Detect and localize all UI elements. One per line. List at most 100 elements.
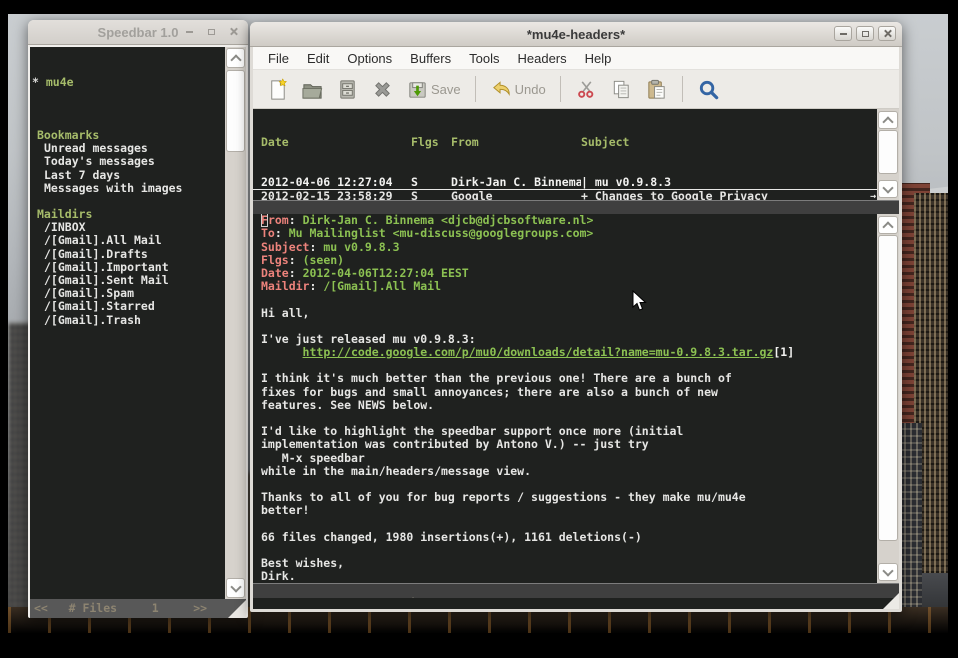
mu4e-view-modeline: U:%*- *mu4e-view* Top L1 (mu4e:view) <box>253 583 899 597</box>
menu-options[interactable]: Options <box>338 51 401 66</box>
message-link[interactable]: http://code.google.com/p/mu0/downloads/d… <box>303 345 774 359</box>
speedbar-item[interactable]: Messages with images <box>32 182 225 195</box>
save-button[interactable]: Save <box>401 76 466 103</box>
search-button[interactable] <box>692 76 725 103</box>
speedbar-item[interactable]: /[Gmail].Trash <box>32 314 225 327</box>
message-flags: S <box>411 190 451 200</box>
speedbar-tree: * mu4e BookmarksUnread messagesToday's m… <box>30 47 225 599</box>
speedbar-root-label: mu4e <box>46 75 74 89</box>
maximize-button[interactable] <box>856 26 874 41</box>
message-row[interactable]: 2012-04-06 12:27:04SDirk-Jan C. Binnema|… <box>253 176 877 190</box>
field-colon: : <box>289 214 303 227</box>
cut-icon <box>575 78 598 101</box>
message-header-field: Maildir: /[Gmail].All Mail <box>253 280 877 293</box>
message-body-line: Thanks to all of you for bug reports / s… <box>253 491 877 504</box>
copy-icon <box>610 78 633 101</box>
close-buffer-button[interactable] <box>366 76 399 103</box>
speedbar-item[interactable]: /[Gmail].Drafts <box>32 248 225 261</box>
menu-tools[interactable]: Tools <box>460 51 508 66</box>
message-row[interactable]: 2012-02-15 23:58:29SGoogle+ Changes to G… <box>253 190 877 200</box>
mu4e-message-view: From: Dirk-Jan C. Binnema <djcb@djcbsoft… <box>253 214 877 583</box>
undo-button[interactable]: Undo <box>485 76 551 103</box>
resize-grip[interactable] <box>228 600 246 618</box>
expand-indicator: * <box>32 75 39 89</box>
scroll-thumb[interactable] <box>878 235 898 541</box>
speedbar-section: Maildirs/INBOX/[Gmail].All Mail/[Gmail].… <box>32 208 225 327</box>
menu-buffers[interactable]: Buffers <box>401 51 460 66</box>
scroll-thumb[interactable] <box>226 70 245 152</box>
field-value: /[Gmail].All Mail <box>323 279 441 293</box>
resize-grip[interactable] <box>883 593 899 609</box>
save-icon <box>406 78 429 101</box>
chevron-down-icon <box>230 581 241 592</box>
message-from: Google <box>451 190 581 200</box>
view-scrollbar[interactable] <box>877 214 899 583</box>
undo-icon <box>490 78 513 101</box>
link-reference: [1] <box>773 345 794 359</box>
maximize-button[interactable] <box>202 24 220 39</box>
menu-edit[interactable]: Edit <box>298 51 338 66</box>
mu4e-headers-modeline: U:%*- *mu4e-headers* All L1 (mu4e-header… <box>253 200 899 214</box>
message-header-field: Subject: mu v0.9.8.3 <box>253 241 877 254</box>
delete-icon <box>371 78 394 101</box>
emacs-window: *mu4e-headers* FileEditOptionsBuffersToo… <box>250 22 902 612</box>
menu-file[interactable]: File <box>259 51 298 66</box>
new-file-button[interactable] <box>261 76 294 103</box>
save-button-label: Save <box>431 82 461 97</box>
toolbar: Save Undo <box>253 70 899 109</box>
headers-scrollbar[interactable] <box>877 109 899 200</box>
field-colon: : <box>289 266 303 280</box>
column-from[interactable]: From <box>451 136 581 149</box>
emacs-titlebar[interactable]: *mu4e-headers* <box>250 22 902 47</box>
scroll-up-button[interactable] <box>878 216 898 234</box>
message-body-line: Dirk. <box>253 570 877 583</box>
close-button[interactable] <box>878 26 896 41</box>
speedbar-item[interactable]: /[Gmail].Starred <box>32 300 225 313</box>
headers-column-row: Date Flgs From Subject <box>253 136 877 149</box>
toolbar-separator <box>475 76 476 102</box>
menu-headers[interactable]: Headers <box>508 51 575 66</box>
field-value: 2012-04-06T12:27:04 EEST <box>303 266 469 280</box>
speedbar-item[interactable]: Last 7 days <box>32 169 225 182</box>
new-file-icon <box>266 78 289 101</box>
speedbar-root-item[interactable]: * mu4e <box>32 76 225 89</box>
column-flags[interactable]: Flgs <box>411 136 451 149</box>
field-value: Mu Mailinglist <mu-discuss@googlegroups.… <box>289 226 594 240</box>
scroll-down-button[interactable] <box>878 563 898 581</box>
message-subject: + Changes to Google Privacy <box>581 190 877 200</box>
minimize-button[interactable] <box>834 26 852 41</box>
open-file-button[interactable] <box>296 76 329 103</box>
field-label: Flgs <box>261 253 289 267</box>
message-body-line <box>253 518 877 531</box>
column-date[interactable]: Date <box>261 136 411 149</box>
scroll-up-button[interactable] <box>226 48 245 68</box>
menu-help[interactable]: Help <box>576 51 621 66</box>
message-body-line: Best wishes, <box>253 557 877 570</box>
close-icon <box>883 29 892 38</box>
speedbar-section: BookmarksUnread messagesToday's messages… <box>32 129 225 195</box>
scroll-down-button[interactable] <box>878 180 898 198</box>
scroll-up-button[interactable] <box>878 111 898 129</box>
message-date: 2012-02-15 23:58:29 <box>261 190 411 200</box>
minimize-icon <box>186 31 193 33</box>
cut-button[interactable] <box>570 76 603 103</box>
dired-button[interactable] <box>331 76 364 103</box>
column-subject[interactable]: Subject <box>581 136 877 149</box>
echo-area[interactable] <box>253 598 899 609</box>
minimize-button[interactable] <box>180 24 198 39</box>
field-value: (seen) <box>303 253 345 267</box>
scroll-down-button[interactable] <box>226 578 245 598</box>
speedbar-scrollbar[interactable] <box>225 47 246 599</box>
field-label: To <box>261 226 275 240</box>
message-date: 2012-04-06 12:27:04 <box>261 176 411 189</box>
copy-button[interactable] <box>605 76 638 103</box>
speedbar-item[interactable]: Today's messages <box>32 155 225 168</box>
message-body-line: http://code.google.com/p/mu0/downloads/d… <box>253 346 877 359</box>
chevron-up-icon <box>230 54 241 65</box>
speedbar-item[interactable]: /[Gmail].All Mail <box>32 234 225 247</box>
paste-button[interactable] <box>640 76 673 103</box>
chevron-down-icon <box>882 565 893 576</box>
speedbar-titlebar[interactable]: Speedbar 1.0 <box>28 20 248 45</box>
scroll-thumb[interactable] <box>878 130 898 174</box>
close-button[interactable] <box>224 24 242 39</box>
